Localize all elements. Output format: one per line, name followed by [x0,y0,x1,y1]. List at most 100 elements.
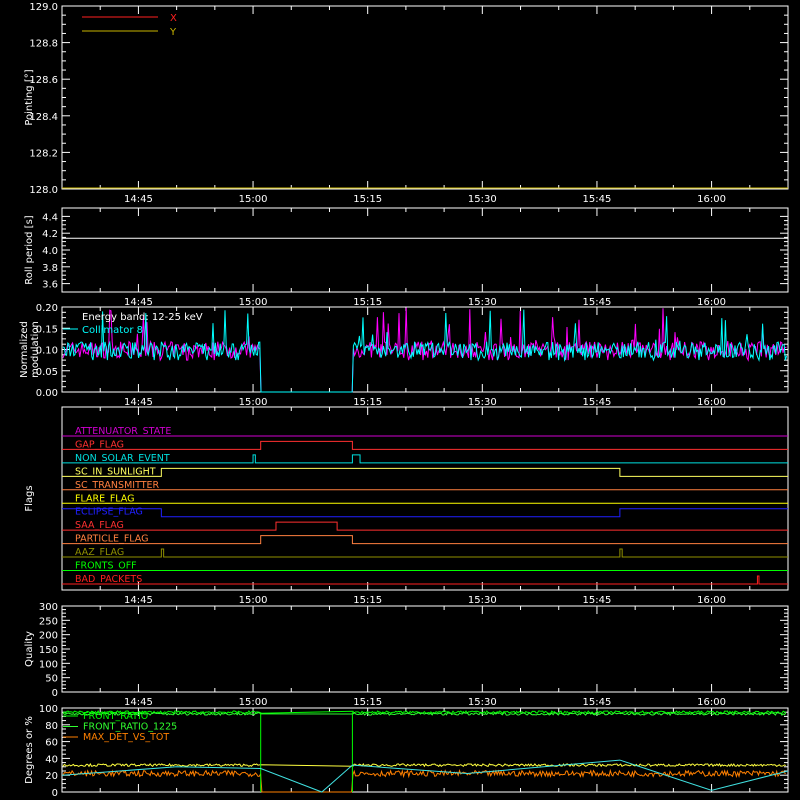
flag-label-bad-packets: BAD_PACKETS [75,574,142,585]
x-tick-label: 15:15 [353,595,382,606]
legend-label-front-ratio-1225: FRONT_RATIO_1225 [83,722,177,733]
legend-label-y: Y [169,27,177,38]
legend-label-collimator-8: Collimator 8 [82,325,143,336]
x-tick-label: 15:00 [239,595,268,606]
flag-line-non-solar-event [62,454,788,464]
y-tick-label: 250 [39,616,58,627]
flag-label-aaz-flag: AAZ_FLAG [75,547,124,558]
y-tick-label: 20 [45,771,58,782]
flag-label-fronts-off: FRONTS_OFF [75,561,137,572]
y-tick-label: 0 [52,788,58,799]
flag-label-particle-flag: PARTICLE_FLAG [75,534,148,545]
y-tick-label: 4.0 [42,246,58,257]
x-tick-label: 15:30 [468,194,497,205]
x-tick-label: 15:15 [353,194,382,205]
x-tick-label: 16:00 [697,595,726,606]
y-tick-label: 100 [39,659,58,670]
y-axis-label: Degrees or % [24,716,35,784]
y-tick-label: 0.15 [36,324,58,335]
legend-label-x: X [170,13,177,24]
flag-line-sc-in-sunlight [62,467,788,477]
y-tick-label: 80 [45,721,58,732]
y-tick-label: 4.2 [42,229,58,240]
flag-label-eclipse-flag: ECLIPSE_FLAG [75,507,143,518]
y-axis-label: Roll period [s] [24,215,35,284]
energy-band-annotation: Energy band: 12-25 keV [82,312,203,323]
x-tick-label: 16:00 [697,697,726,708]
x-tick-label: 16:00 [697,194,726,205]
y-tick-label: 150 [39,645,58,656]
flag-line-particle-flag [62,535,788,545]
panel-1: Pointing [°]128.0128.2128.4128.6128.8129… [24,2,789,205]
x-tick-label: 15:30 [468,595,497,606]
y-tick-label: 128.8 [29,39,58,50]
x-tick-label: 14:45 [124,595,153,606]
flag-label-gap-flag: GAP_FLAG [75,439,124,450]
x-tick-label: 15:45 [583,595,612,606]
y-tick-label: 0.20 [36,303,58,314]
flag-line-eclipse-flag [62,508,788,518]
x-tick-label: 15:45 [583,397,612,408]
x-tick-label: 16:00 [697,297,726,308]
x-tick-label: 15:15 [353,297,382,308]
x-tick-label: 15:30 [468,297,497,308]
y-tick-label: 300 [39,602,58,613]
y-tick-label: 0 [52,688,58,699]
y-tick-label: 3.6 [42,280,58,291]
series-line-max-det-vs-tot [62,768,786,793]
y-tick-label: 0.00 [36,388,58,399]
x-tick-label: 14:45 [124,697,153,708]
legend-label-max-det-vs-tot: MAX_DET_VS_TOT [83,732,169,743]
x-tick-label: 15:15 [353,697,382,708]
x-tick-label: 15:30 [468,697,497,708]
flag-label-flare-flag: FLARE_FLAG [75,493,135,504]
panel-2: Roll period [s] 3.6 3.8 4.0 4.2 4.4 14:45 15:00… [24,207,789,308]
x-tick-label: 15:00 [239,194,268,205]
x-tick-label: 14:45 [124,194,153,205]
y-tick-label: 129.0 [29,2,58,13]
flag-label-sc-transmitter: SC_TRANSMITTER [75,480,160,491]
y-tick-label: 128.6 [29,75,58,86]
legend-label-front-ratio: FRONT_RATIO [83,711,148,722]
y-tick-label: 3.8 [42,263,58,274]
x-tick-label: 15:45 [583,297,612,308]
y-tick-label: 100 [39,704,58,715]
x-tick-label: 14:45 [124,297,153,308]
y-tick-label: 0.10 [36,346,58,357]
x-tick-label: 15:00 [239,697,268,708]
x-tick-label: 15:00 [239,397,268,408]
series-line-front-ratio [62,710,786,715]
flag-label-saa-flag: SAA_FLAG [75,520,124,531]
y-tick-label: 128.2 [29,148,58,159]
chart-canvas: Pointing [°]128.0128.2128.4128.6128.8129… [19,2,789,799]
y-tick-label: 128.0 [29,185,58,196]
series-line-front-ratio-1225 [62,711,787,717]
x-tick-label: 16:00 [697,397,726,408]
y-tick-label: 60 [45,738,58,749]
flag-line-gap-flag [62,440,788,450]
flag-line-saa-flag [62,521,788,531]
y-tick-label: 200 [39,631,58,642]
y-tick-label: 128.4 [29,112,58,123]
plot-frame [61,207,789,293]
y-tick-label: 0.05 [36,367,58,378]
flag-label-attenuator-state: ATTENUATOR_STATE [75,426,171,437]
x-tick-label: 15:45 [583,194,612,205]
flag-line-aaz-flag [62,548,788,558]
y-axis-label: Normalized [19,321,30,378]
y-tick-label: 50 [45,674,58,685]
series-line-yellow [62,762,787,768]
y-tick-label: 4.4 [42,212,58,223]
y-axis-label: Flags [24,485,35,511]
flag-line-bad-packets [62,575,788,585]
x-tick-label: 14:45 [124,397,153,408]
x-tick-label: 15:00 [239,297,268,308]
y-axis-label: Quality [24,631,35,667]
x-tick-label: 15:15 [353,397,382,408]
x-tick-label: 15:45 [583,697,612,708]
flag-label-non-solar-event: NON_SOLAR_EVENT [75,453,170,464]
plot-frame [61,605,789,693]
x-tick-label: 15:30 [468,397,497,408]
y-tick-label: 40 [45,754,58,765]
flag-label-sc-in-sunlight: SC_IN_SUNLIGHT [75,466,156,477]
